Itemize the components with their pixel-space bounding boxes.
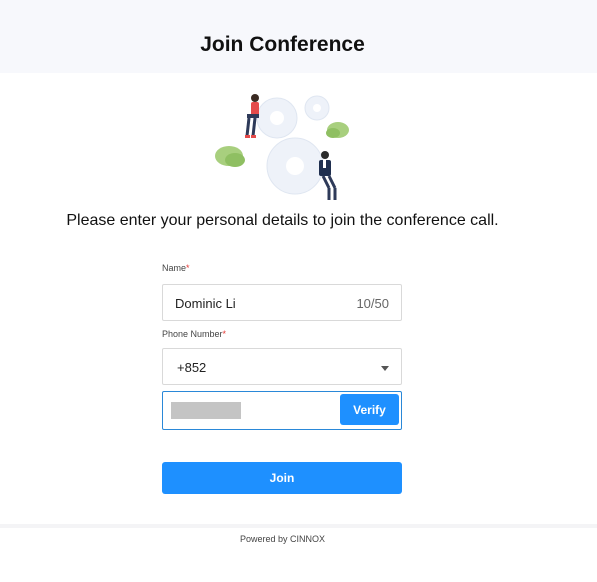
page-header: Join Conference bbox=[0, 0, 597, 73]
verify-button[interactable]: Verify bbox=[340, 394, 399, 425]
phone-number-label: Phone Number* bbox=[162, 329, 227, 339]
phone-number-input[interactable] bbox=[171, 402, 241, 419]
required-mark: * bbox=[186, 263, 190, 273]
join-button[interactable]: Join bbox=[162, 462, 402, 494]
name-label: Name* bbox=[162, 263, 190, 273]
chevron-down-icon bbox=[381, 366, 389, 371]
name-value: Dominic Li bbox=[175, 296, 236, 311]
country-code-value: +852 bbox=[177, 360, 207, 375]
intro-text: Please enter your personal details to jo… bbox=[66, 212, 499, 229]
country-code-select[interactable]: +852 bbox=[162, 348, 402, 385]
phone-number-field: Verify bbox=[162, 391, 402, 430]
name-field[interactable]: Dominic Li 10/50 bbox=[162, 284, 402, 321]
required-mark: * bbox=[222, 329, 227, 339]
footer-divider bbox=[0, 524, 597, 528]
conference-illustration bbox=[215, 94, 349, 200]
join-form: Name* Dominic Li 10/50 Phone Number* +85… bbox=[162, 262, 402, 494]
name-char-counter: 10/50 bbox=[356, 296, 389, 311]
page-title: Join Conference bbox=[200, 33, 365, 56]
powered-by: Powered by CINNOX bbox=[239, 534, 326, 544]
